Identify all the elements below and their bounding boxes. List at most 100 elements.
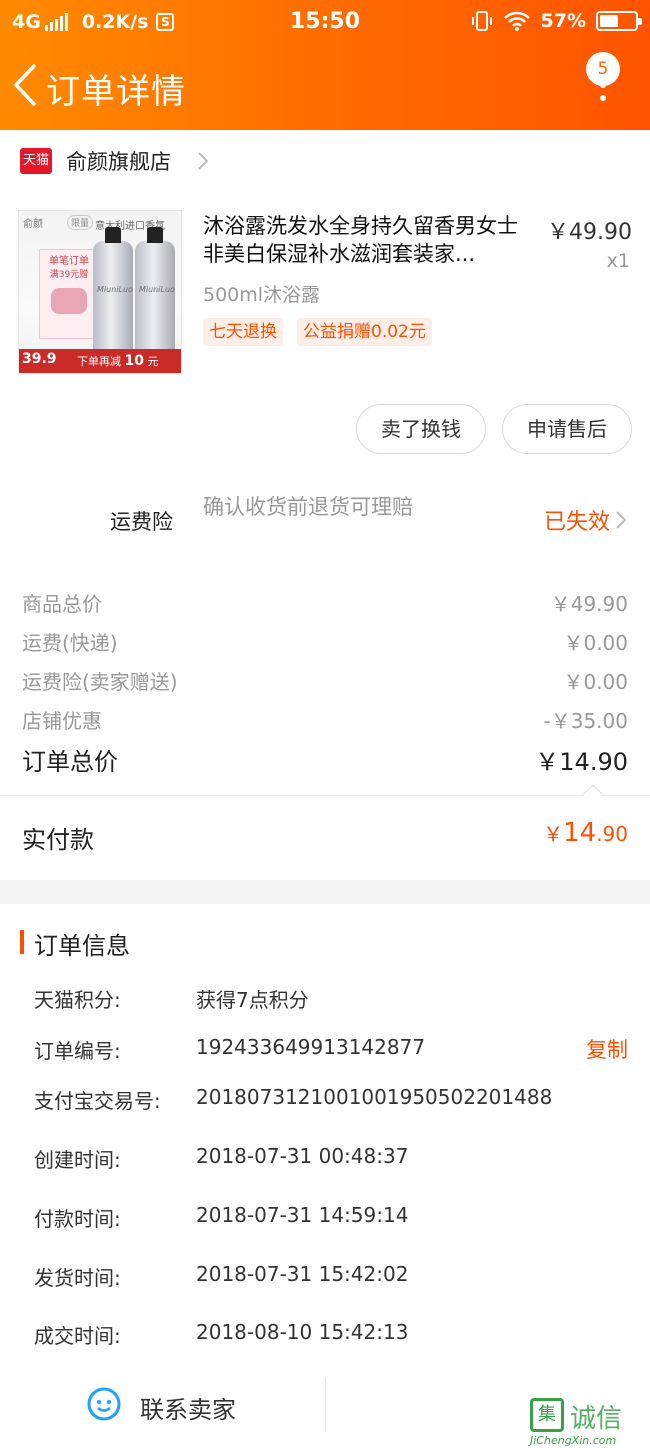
divider xyxy=(0,795,650,796)
bottle-label: MiuniLuo xyxy=(97,285,133,294)
info-label: 支付宝交易号: xyxy=(34,1089,161,1113)
product-price: ￥49.90 xyxy=(547,220,632,245)
caret-up-icon xyxy=(582,784,604,796)
bottle-label: MiuniLuo xyxy=(139,285,175,294)
info-value: 2018-07-31 14:59:14 xyxy=(196,1203,409,1227)
info-label: 成交时间: xyxy=(34,1324,121,1348)
info-row-tmall-points: 天猫积分: 获得7点积分 xyxy=(0,984,650,1014)
cost-label: 店铺优惠 xyxy=(22,709,102,733)
tag-seven-day-return: 七天退换 xyxy=(203,318,283,346)
battery-fill xyxy=(600,15,618,27)
bottle-illustration: MiuniLuo xyxy=(135,227,175,359)
cost-value: ￥0.00 xyxy=(563,631,628,655)
info-value: 2018-07-31 15:42:02 xyxy=(196,1262,409,1286)
amount-paid-label: 实付款 xyxy=(22,826,94,854)
info-row-created-time: 创建时间: 2018-07-31 00:48:37 xyxy=(0,1144,650,1174)
product-image[interactable]: 俞颜 限量 意大利进口香氛 单笔订单 满39元赠 MiuniLuo MiuniL… xyxy=(18,210,182,374)
app-header: 4G 0.2K/s S 15:50 57% 订单详情 5 xyxy=(0,0,650,130)
copy-order-number-button[interactable]: 复制 xyxy=(586,1034,628,1064)
product-title[interactable]: 沐浴露洗发水全身持久留香男女士非美白保湿补水滋润套装家... xyxy=(203,212,535,268)
order-total-row: 订单总价 ￥14.90 xyxy=(0,742,650,776)
paid-currency: ￥ xyxy=(543,822,564,846)
info-row-shipped-time: 发货时间: 2018-07-31 15:42:02 xyxy=(0,1262,650,1292)
chevron-right-icon xyxy=(198,152,209,170)
vibrate-icon xyxy=(471,11,492,31)
paid-integer: 14 xyxy=(563,818,597,848)
info-value: 2018073121001001950502201488 xyxy=(196,1085,553,1109)
order-total-label: 订单总价 xyxy=(22,748,118,776)
cost-value: ￥0.00 xyxy=(563,670,628,694)
store-name: 俞颜旗舰店 xyxy=(66,150,171,174)
back-chevron-icon[interactable] xyxy=(8,62,44,108)
info-label: 发货时间: xyxy=(34,1266,121,1290)
image-card-line1: 单笔订单 xyxy=(49,256,89,267)
chat-bubble-icon[interactable] xyxy=(86,1386,122,1422)
info-value: 获得7点积分 xyxy=(196,988,309,1012)
info-row-deal-time: 成交时间: 2018-08-10 15:42:13 xyxy=(0,1320,650,1350)
image-promo-unit: 元 xyxy=(147,355,159,368)
battery-icon xyxy=(596,11,642,31)
cost-row-shipping: 运费(快递) ￥0.00 xyxy=(0,627,650,657)
battery-percent: 57% xyxy=(540,10,586,32)
notification-badge: 5 xyxy=(586,52,620,86)
section-accent-bar xyxy=(20,930,24,954)
status-bar: 4G 0.2K/s S 15:50 57% xyxy=(0,0,650,44)
cost-label: 运费(快递) xyxy=(22,631,118,655)
contact-seller-button[interactable]: 联系卖家 xyxy=(140,1390,236,1425)
product-quantity: x1 xyxy=(606,250,630,272)
info-label: 天猫积分: xyxy=(34,988,121,1012)
more-menu-button[interactable]: 5 xyxy=(586,52,622,112)
cost-row-shipping-insurance: 运费险(卖家赠送) ￥0.00 xyxy=(0,666,650,696)
bottle-illustration: MiuniLuo xyxy=(93,227,133,359)
chevron-right-icon[interactable] xyxy=(614,509,628,531)
divider xyxy=(325,1378,326,1432)
wifi-icon xyxy=(503,11,530,31)
section-gap xyxy=(0,880,650,904)
info-value: 2018-07-31 00:48:37 xyxy=(196,1144,409,1168)
info-label: 创建时间: xyxy=(34,1148,121,1172)
info-label: 付款时间: xyxy=(34,1207,121,1231)
image-promo-prefix: 下单再减 xyxy=(77,355,121,368)
order-info-title: 订单信息 xyxy=(34,932,130,960)
tmall-logo: 天猫 xyxy=(20,148,52,174)
image-gift-card: 单笔订单 满39元赠 xyxy=(39,249,99,339)
watermark-logo: 集 xyxy=(530,1398,564,1432)
more-vertical-icon xyxy=(600,82,606,108)
watermark: 集 诚信 JiChengXin.com xyxy=(530,1398,648,1447)
amount-paid-row: 实付款 ￥14.90 xyxy=(0,818,650,858)
status-right: 57% xyxy=(471,10,642,32)
info-row-paid-time: 付款时间: 2018-07-31 14:59:14 xyxy=(0,1203,650,1233)
image-card-line2: 满39元赠 xyxy=(49,270,89,280)
info-value: 192433649913142877 xyxy=(196,1035,426,1059)
shipping-insurance-label: 运费险 xyxy=(110,510,173,534)
image-price-strip: 39.9 下单再减 10 元 xyxy=(19,349,181,373)
sell-for-cash-button[interactable]: 卖了换钱 xyxy=(356,404,486,454)
image-brand: 俞颜 xyxy=(23,219,43,230)
apply-after-sale-button[interactable]: 申请售后 xyxy=(502,404,632,454)
cost-row-goods-total: 商品总价 ￥49.90 xyxy=(0,588,650,618)
amount-paid-value: ￥14.90 xyxy=(543,818,628,848)
page-title: 订单详情 xyxy=(46,72,186,112)
image-promo-amount: 10 xyxy=(124,353,144,369)
paid-decimal: .90 xyxy=(596,822,628,846)
product-variant: 500ml沐浴露 xyxy=(203,284,321,306)
store-row[interactable]: 天猫 俞颜旗舰店 xyxy=(0,130,650,192)
watermark-text: 诚信 xyxy=(570,1404,623,1434)
cost-value: -￥35.00 xyxy=(543,709,628,733)
cost-value: ￥49.90 xyxy=(550,592,628,616)
info-label: 订单编号: xyxy=(34,1039,121,1063)
tag-charity-donation: 公益捐赠0.02元 xyxy=(297,318,432,346)
info-row-order-number: 订单编号: 192433649913142877 xyxy=(0,1035,650,1065)
image-price: 39.9 xyxy=(22,351,57,367)
info-value: 2018-08-10 15:42:13 xyxy=(196,1320,409,1344)
nav-bar: 订单详情 5 xyxy=(0,44,650,130)
cost-label: 运费险(卖家赠送) xyxy=(22,670,178,694)
mask-illustration xyxy=(51,288,87,314)
shipping-insurance-description: 确认收货前退货可理赔 xyxy=(203,495,413,519)
cost-row-store-discount: 店铺优惠 -￥35.00 xyxy=(0,705,650,735)
image-tag: 限量 xyxy=(67,215,94,230)
shipping-insurance-status[interactable]: 已失效 xyxy=(544,504,610,536)
order-total-value: ￥14.90 xyxy=(535,748,628,776)
info-row-alipay-trade-no: 支付宝交易号: 2018073121001001950502201488 xyxy=(0,1085,650,1115)
image-promo: 下单再减 10 元 xyxy=(77,353,158,369)
